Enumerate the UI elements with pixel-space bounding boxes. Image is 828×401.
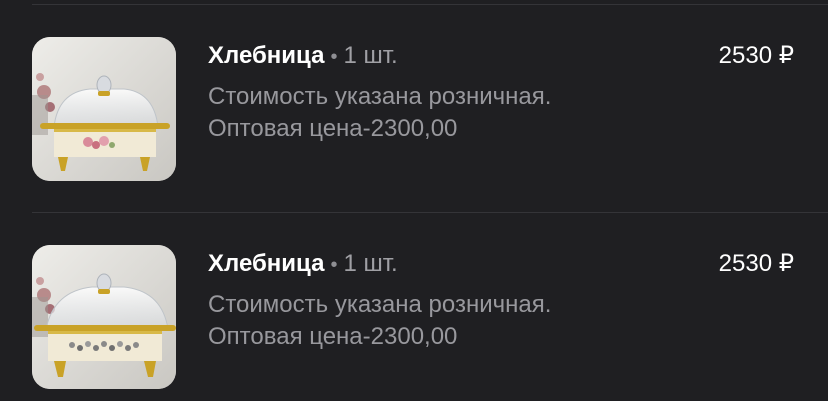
- item-title: Хлебница: [208, 250, 325, 277]
- description-line: Оптовая цена-2300,00: [208, 115, 458, 142]
- dot-separator: •: [330, 254, 338, 276]
- item-title: Хлебница: [208, 42, 325, 69]
- description-line: Оптовая цена-2300,00: [208, 323, 458, 350]
- product-image[interactable]: [32, 37, 176, 181]
- dot-separator: •: [330, 46, 338, 68]
- item-price: 2530 ₽: [718, 250, 794, 277]
- description-line: Стоимость указана розничная.: [208, 83, 552, 110]
- order-items-screen: Хлебница • 1 шт. Стоимость указана розничн…: [0, 0, 828, 401]
- order-item[interactable]: Хлебница • 1 шт. Стоимость указана розничн…: [0, 37, 828, 197]
- item-quantity: 1 шт.: [343, 42, 398, 69]
- item-description: Стоимость указана розничная. Оптовая цен…: [208, 289, 551, 353]
- item-title-line: Хлебница • 1 шт.: [208, 41, 398, 72]
- order-item[interactable]: Хлебница • 1 шт. Стоимость указана розничн…: [0, 245, 828, 401]
- product-image[interactable]: [32, 245, 176, 389]
- item-description: Стоимость указана розничная. Оптовая цен…: [208, 81, 551, 145]
- description-line: Стоимость указана розничная.: [208, 291, 552, 318]
- item-quantity: 1 шт.: [343, 250, 398, 277]
- item-price: 2530 ₽: [718, 42, 794, 69]
- item-title-line: Хлебница • 1 шт.: [208, 249, 398, 280]
- top-divider: [32, 4, 828, 5]
- item-divider: [32, 212, 828, 213]
